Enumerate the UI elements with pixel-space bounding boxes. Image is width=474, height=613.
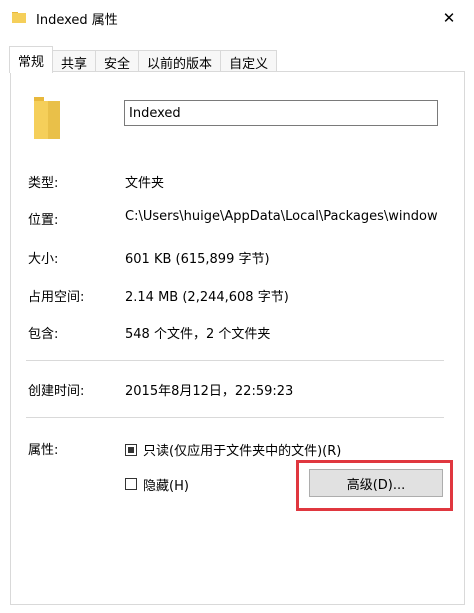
advanced-button[interactable]: 高级(D)... xyxy=(309,469,443,497)
tab-security[interactable]: 安全 xyxy=(95,50,140,73)
location-label: 位置: xyxy=(28,213,59,228)
type-label: 类型: xyxy=(28,176,59,191)
size-on-disk-value: 2.14 MB (2,244,608 字节) xyxy=(125,290,289,305)
readonly-checkbox[interactable] xyxy=(125,444,137,456)
divider xyxy=(26,360,444,361)
tab-label: 以前的版本 xyxy=(147,56,213,72)
tab-sharing[interactable]: 共享 xyxy=(52,50,97,73)
hidden-checkbox[interactable] xyxy=(125,478,137,490)
size-value: 601 KB (615,899 字节) xyxy=(125,252,270,267)
created-label: 创建时间: xyxy=(28,384,85,399)
tab-customize[interactable]: 自定义 xyxy=(220,50,278,73)
tab-bar: 常规 共享 安全 以前的版本 自定义 xyxy=(9,46,278,73)
location-value: C:\Users\huige\AppData\Local\Packages\wi… xyxy=(125,209,438,224)
type-value: 文件夹 xyxy=(125,176,165,191)
tab-label: 自定义 xyxy=(229,56,269,72)
contains-value: 548 个文件，2 个文件夹 xyxy=(125,327,271,342)
attributes-label: 属性: xyxy=(28,443,59,458)
readonly-label[interactable]: 只读(仅应用于文件夹中的文件)(R) xyxy=(143,440,341,459)
size-label: 大小: xyxy=(28,252,59,267)
divider xyxy=(26,417,444,418)
hidden-label[interactable]: 隐藏(H) xyxy=(143,475,189,494)
tab-general[interactable]: 常规 xyxy=(9,46,54,73)
folder-icon xyxy=(34,97,60,139)
close-button[interactable]: ✕ xyxy=(434,4,464,32)
contains-label: 包含: xyxy=(28,327,59,342)
created-value: 2015年8月12日，22:59:23 xyxy=(125,384,294,399)
tab-label: 常规 xyxy=(18,54,45,70)
folder-name-input[interactable] xyxy=(124,100,438,126)
tab-label: 共享 xyxy=(61,56,88,72)
title-bar: Indexed 属性 ✕ xyxy=(0,0,474,36)
size-on-disk-label: 占用空间: xyxy=(28,290,85,305)
close-icon: ✕ xyxy=(442,9,456,27)
tab-previous-versions[interactable]: 以前的版本 xyxy=(138,50,222,73)
folder-icon xyxy=(12,12,26,23)
window-title: Indexed 属性 xyxy=(36,13,118,28)
tab-label: 安全 xyxy=(104,56,131,72)
